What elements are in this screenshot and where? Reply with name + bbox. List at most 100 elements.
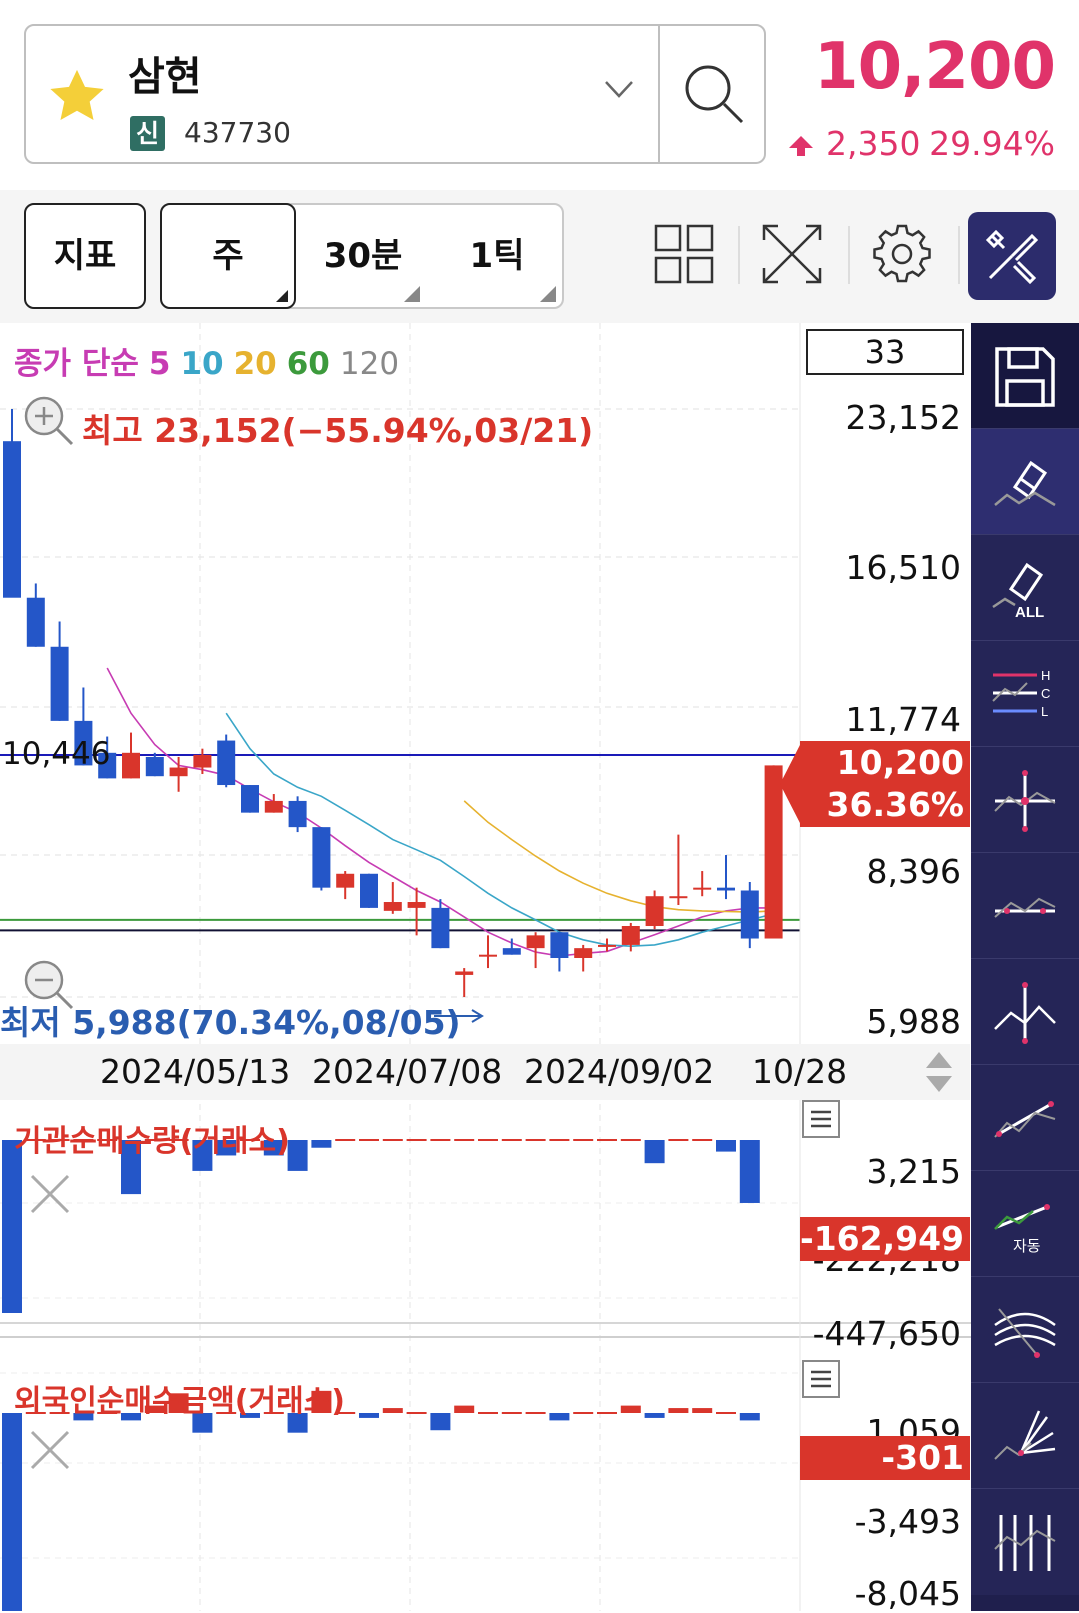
y-tick-label: 11,774 <box>845 700 961 739</box>
y-tick-label: -3,493 <box>854 1502 961 1541</box>
favorite-star-icon[interactable] <box>46 66 108 128</box>
candle-body <box>3 441 21 598</box>
foreign-bar <box>597 1412 617 1414</box>
institution-bar <box>287 1140 308 1171</box>
sidebar-hcl-button[interactable]: HCL <box>971 641 1079 747</box>
visible-count-box[interactable]: 33 <box>806 329 964 375</box>
current-price-tag: 10,200 36.36% <box>780 741 970 827</box>
candle-body <box>598 944 616 947</box>
fibonacci-arc-icon <box>994 1308 1056 1358</box>
sidebar-eraser-button[interactable] <box>971 429 1079 535</box>
candle-body <box>288 800 307 828</box>
chevron-down-icon[interactable] <box>604 78 634 100</box>
candle-body <box>693 887 712 890</box>
y-tick-label: -447,650 <box>812 1314 961 1353</box>
institution-bar <box>430 1139 451 1141</box>
current-price-tag-value: 10,200 <box>836 743 964 782</box>
foreign-bar <box>382 1408 403 1413</box>
panel-menu-icon[interactable] <box>802 1100 840 1138</box>
sidebar-vertical-lines-button[interactable] <box>971 1489 1079 1595</box>
institution-bar <box>620 1139 641 1141</box>
sidebar-fibonacci-arc-button[interactable] <box>971 1277 1079 1383</box>
trendline-icon <box>994 1101 1056 1138</box>
zoom-out-icon[interactable] <box>20 956 76 1012</box>
hcl-lines-icon: HCL <box>992 668 1050 719</box>
institution-bar <box>2 1140 22 1313</box>
institution-bar <box>454 1139 475 1141</box>
foreign-bar <box>620 1405 641 1413</box>
candle-body <box>645 896 664 927</box>
tag-pointer <box>780 741 802 827</box>
search-icon[interactable] <box>680 60 748 128</box>
stock-code: 437730 <box>184 116 291 149</box>
drawing-tools-button[interactable] <box>968 212 1056 300</box>
vertical-lines-icon <box>994 1515 1056 1571</box>
candle-body <box>455 971 474 975</box>
eraser-icon <box>994 460 1056 507</box>
sidebar-crosshair-button[interactable] <box>971 747 1079 853</box>
candle-body <box>479 954 497 957</box>
foreign-bar <box>716 1412 736 1414</box>
auto-trendline-icon: 자동 <box>994 1204 1050 1255</box>
institution-bar <box>668 1139 689 1141</box>
candle-body <box>241 785 259 813</box>
institution-bar <box>716 1140 736 1152</box>
close-panel-icon[interactable] <box>28 1428 72 1472</box>
y-tick-label: 3,215 <box>866 1152 961 1191</box>
institution-bar <box>501 1139 522 1141</box>
x-tick-label: 2024/09/02 <box>524 1052 715 1091</box>
institution-bar <box>478 1139 498 1141</box>
foreign-bar <box>525 1412 546 1414</box>
foreign-current-value: -301 <box>800 1436 970 1480</box>
layout-grid-icon[interactable] <box>652 222 716 286</box>
dropdown-corner-icon <box>276 290 288 302</box>
zoom-in-icon[interactable] <box>20 392 76 448</box>
ma20-line <box>463 800 774 913</box>
institution-bar <box>406 1139 427 1141</box>
dropdown-corner-icon <box>540 286 556 302</box>
foreign-bar <box>478 1412 498 1414</box>
hcl-badge-h: H <box>1041 668 1050 683</box>
candle-body <box>550 932 569 958</box>
tools-icon <box>985 229 1039 285</box>
stock-name: 삼현 <box>128 54 202 100</box>
dropdown-corner-icon <box>404 286 420 302</box>
moving-average-legend[interactable]: 종가 단순 5 10 20 60 120 <box>14 338 409 383</box>
panel-menu-icon[interactable] <box>802 1360 840 1398</box>
candle-body <box>193 754 212 768</box>
ma-legend-label: 종가 단순 <box>14 346 139 382</box>
sidebar-trendline-button[interactable] <box>971 1065 1079 1171</box>
sidebar-peak-line-button[interactable] <box>971 853 1079 959</box>
institution-bar <box>311 1140 332 1148</box>
sidebar-save-button[interactable] <box>971 323 1079 429</box>
indicator-button[interactable]: 지표 <box>24 203 146 309</box>
y-tick-label: 8,396 <box>866 852 961 891</box>
sidebar-eraser-all-button[interactable]: ALL <box>971 535 1079 641</box>
institution-bar <box>549 1139 570 1141</box>
candle-body <box>336 873 355 888</box>
x-tick-label: 2024/05/13 <box>100 1052 291 1091</box>
high-price-label: 최고 23,152(−55.94%,03/21) <box>82 411 594 450</box>
candle-body <box>264 800 283 813</box>
settings-gear-icon[interactable] <box>870 222 934 286</box>
institution-bar <box>739 1140 760 1203</box>
sidebar-auto-trendline-button[interactable]: 자동 <box>971 1171 1079 1277</box>
x-tick-label: 10/28 <box>752 1052 848 1091</box>
ma-legend-5: 5 <box>148 346 171 382</box>
sidebar-fan-lines-button[interactable] <box>971 1383 1079 1489</box>
eraser-all-icon: ALL <box>992 562 1044 621</box>
sidebar-pivot-button[interactable] <box>971 959 1079 1065</box>
fullscreen-icon[interactable] <box>760 222 824 286</box>
peak-line-icon <box>994 897 1056 918</box>
pivot-icon <box>994 982 1056 1044</box>
candle-body <box>383 902 402 911</box>
hcl-badge-l: L <box>1041 704 1048 719</box>
candle-body <box>50 646 69 721</box>
y-tick-label: -8,045 <box>854 1574 961 1613</box>
close-panel-icon[interactable] <box>28 1172 72 1216</box>
axis-scroll-icon[interactable] <box>924 1050 954 1094</box>
auto-trendline-badge: 자동 <box>1013 1238 1041 1255</box>
foreign-bar <box>692 1408 713 1413</box>
candle-body <box>360 873 378 908</box>
fan-lines-icon <box>994 1410 1056 1460</box>
